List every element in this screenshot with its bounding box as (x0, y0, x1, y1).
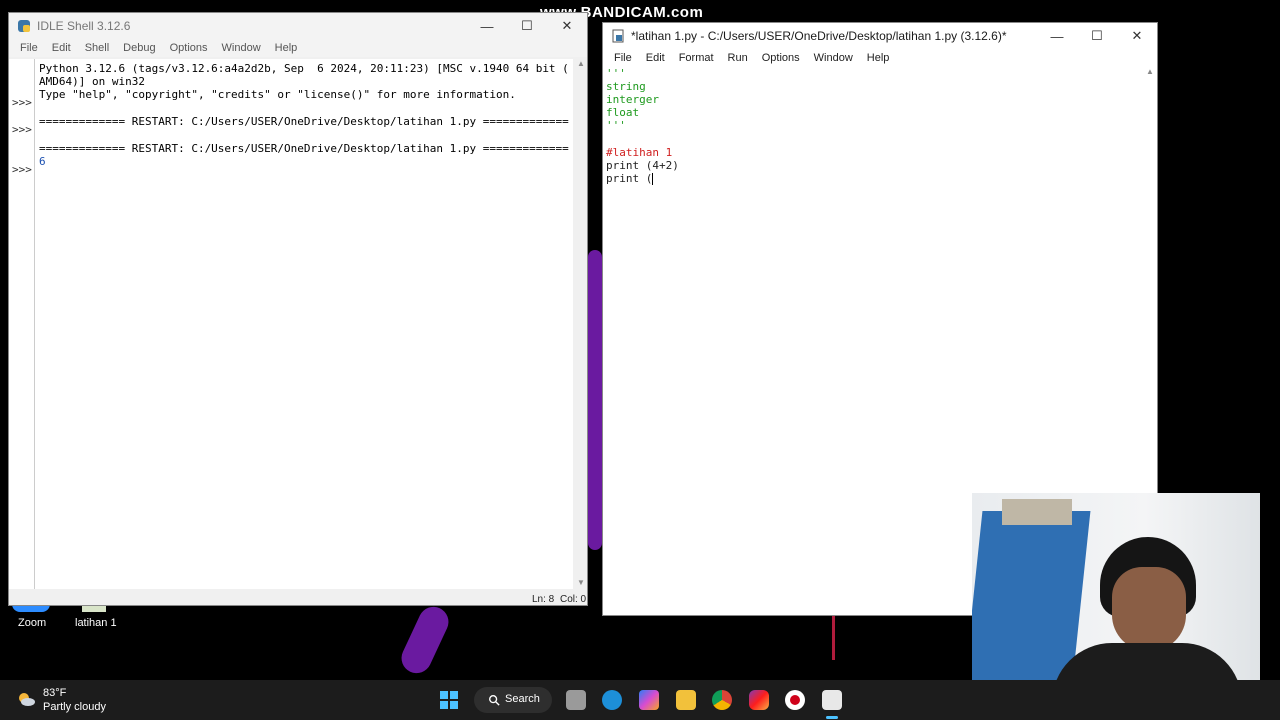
menu-options[interactable]: Options (755, 52, 807, 64)
menu-run[interactable]: Run (721, 52, 755, 64)
output-line: AMD64)] on win32 (39, 75, 145, 88)
code-line: interger (606, 93, 659, 106)
latihan-desktop-label: latihan 1 (75, 617, 117, 629)
menu-file[interactable]: File (13, 42, 45, 54)
editor-title: *latihan 1.py - C:/Users/USER/OneDrive/D… (631, 29, 1007, 43)
code-line: ''' (606, 67, 626, 80)
code-comment: #latihan 1 (606, 146, 673, 159)
task-view-icon[interactable] (566, 690, 586, 710)
menu-file[interactable]: File (607, 52, 639, 64)
editor-menubar: File Edit Format Run Options Window Help (603, 49, 1157, 67)
scroll-up-icon[interactable]: ▲ (1144, 67, 1156, 76)
menu-format[interactable]: Format (672, 52, 721, 64)
code-line-current: print ( (606, 172, 654, 185)
webcam-face (1112, 567, 1186, 651)
weather-temp: 83°F (43, 687, 67, 699)
idle-shell-window[interactable]: IDLE Shell 3.12.6 — ☐ ✕ File Edit Shell … (8, 12, 588, 606)
output-line: Type "help", "copyright", "credits" or "… (39, 88, 516, 101)
shell-title: IDLE Shell 3.12.6 (37, 19, 131, 33)
minimize-icon[interactable]: — (467, 13, 507, 39)
menu-help[interactable]: Help (268, 42, 305, 54)
text-cursor (652, 173, 654, 185)
instagram-icon[interactable] (749, 690, 769, 710)
chrome-icon[interactable] (712, 690, 732, 710)
idle-icon[interactable] (822, 690, 842, 710)
scroll-up-icon[interactable]: ▲ (575, 59, 587, 68)
zoom-desktop-label: Zoom (18, 617, 47, 629)
restart-line: ============= RESTART: C:/Users/USER/One… (39, 115, 569, 128)
wallpaper-streak (588, 250, 602, 550)
status-col: Col: 0 (560, 594, 587, 605)
prompt: >>> (12, 123, 32, 136)
code-line: print (4+2) (606, 159, 679, 172)
prompt: >>> (12, 96, 32, 109)
python-file-icon (612, 29, 624, 43)
python-icon (18, 20, 30, 32)
search-box[interactable]: Search (474, 687, 552, 713)
wallpaper-streak (396, 601, 454, 679)
menu-window[interactable]: Window (215, 42, 268, 54)
output-line: Python 3.12.6 (tags/v3.12.6:a4a2d2b, Sep… (39, 62, 569, 75)
code-text: print ( (606, 172, 653, 185)
search-icon (489, 695, 500, 706)
webcam-box (1002, 499, 1072, 525)
prompt: >>> (12, 163, 32, 176)
menu-options[interactable]: Options (163, 42, 215, 54)
close-icon[interactable]: ✕ (547, 13, 587, 39)
menu-shell[interactable]: Shell (78, 42, 116, 54)
wallpaper-line (832, 615, 835, 660)
weather-icon[interactable] (16, 689, 36, 709)
active-app-indicator (826, 716, 838, 719)
menu-edit[interactable]: Edit (45, 42, 78, 54)
menu-window[interactable]: Window (807, 52, 860, 64)
file-explorer-icon[interactable] (676, 690, 696, 710)
editor-titlebar[interactable]: *latihan 1.py - C:/Users/USER/OneDrive/D… (603, 23, 1157, 49)
search-label: Search (505, 693, 540, 705)
scroll-down-icon[interactable]: ▼ (575, 578, 587, 587)
weather-desc: Partly cloudy (43, 701, 106, 713)
close-icon[interactable]: ✕ (1117, 23, 1157, 49)
code-line: float (606, 106, 640, 119)
bandicam-record-icon[interactable] (785, 690, 805, 710)
maximize-icon[interactable]: ☐ (1077, 23, 1117, 49)
menu-debug[interactable]: Debug (116, 42, 162, 54)
prompt-gutter: >>> >>> >>> (9, 59, 35, 589)
start-icon[interactable] (439, 690, 459, 710)
shell-output[interactable]: Python 3.12.6 (tags/v3.12.6:a4a2d2b, Sep… (35, 59, 573, 589)
output-result: 6 (39, 155, 46, 168)
minimize-icon[interactable]: — (1037, 23, 1077, 49)
copilot-icon[interactable] (639, 690, 659, 710)
webcam-overlay (972, 493, 1260, 710)
menu-edit[interactable]: Edit (639, 52, 672, 64)
maximize-icon[interactable]: ☐ (507, 13, 547, 39)
shell-scrollbar[interactable]: ▲ ▼ (575, 59, 587, 589)
edge-icon[interactable] (602, 690, 622, 710)
restart-line: ============= RESTART: C:/Users/USER/One… (39, 142, 569, 155)
shell-titlebar[interactable]: IDLE Shell 3.12.6 — ☐ ✕ (9, 13, 587, 39)
shell-menubar: File Edit Shell Debug Options Window Hel… (9, 39, 587, 57)
code-line: string (606, 80, 646, 93)
code-line: ''' (606, 119, 626, 132)
menu-help[interactable]: Help (860, 52, 897, 64)
status-line: Ln: 8 (532, 594, 555, 605)
taskbar: 83°F Partly cloudy Search (0, 680, 1280, 720)
